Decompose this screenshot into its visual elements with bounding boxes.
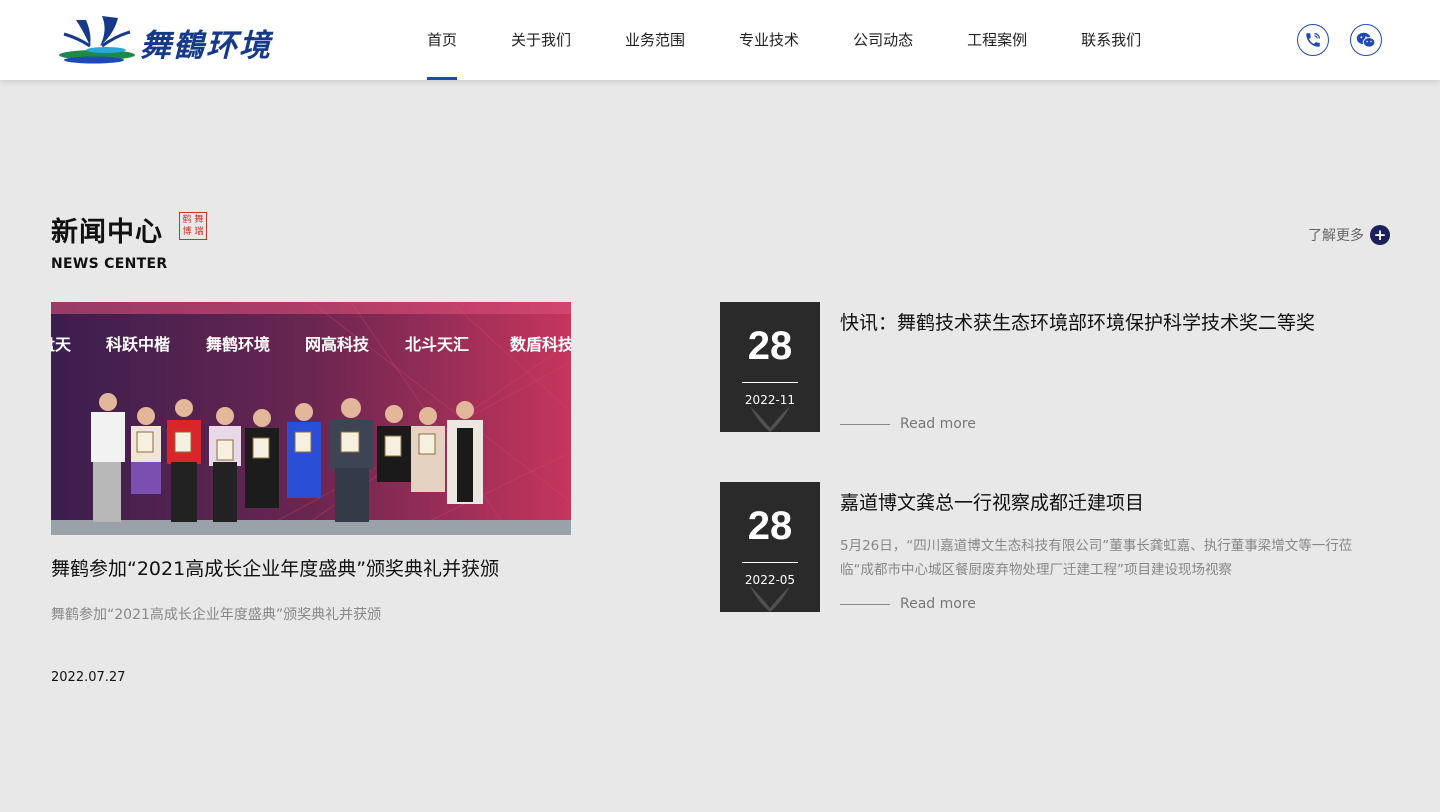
more-label: 了解更多 (1308, 228, 1364, 244)
news-desc: 5月26日，“四川嘉道博文生态科技有限公司”董事长龚虹嘉、执行董事梁增文等一行莅… (840, 538, 1353, 578)
nav-item-cases[interactable]: 工程案例 (940, 0, 1054, 80)
read-more-label: Read more (900, 416, 976, 432)
news-list-item[interactable]: 28 2022-11 快讯：舞鹤技术获生态环境部环境保护科学技术奖二等奖 Rea… (720, 302, 1390, 432)
nav-item-home[interactable]: 首页 (400, 0, 484, 80)
seal-char: 舞 (194, 215, 204, 225)
featured-news-image[interactable]: 盘天 科跃中楷 舞鹤环境 网高科技 北斗天汇 数盾科技 (51, 302, 571, 535)
crane-logo-icon (59, 16, 135, 64)
featured-news-title[interactable]: 舞鹤参加“2021高成长企业年度盛典”颁奖典礼并获颁 (51, 554, 611, 581)
seal-char: 瑞 (194, 227, 204, 237)
date-divider (742, 562, 798, 563)
site-logo[interactable]: 舞鶴环境 (56, 12, 280, 68)
featured-news-desc: 舞鹤参加“2021高成长企业年度盛典”颁奖典礼并获颁 (51, 607, 382, 623)
nav-item-technology[interactable]: 专业技术 (712, 0, 826, 80)
plus-icon: + (1370, 225, 1390, 245)
site-header: 舞鶴环境 首页 关于我们 业务范围 专业技术 公司动态 工程案例 联系我们 (0, 0, 1440, 80)
logo-text: 舞鶴环境 (140, 28, 272, 64)
wechat-icon (1356, 32, 1376, 48)
featured-news-date: 2022.07.27 (51, 670, 126, 685)
date-day: 28 (747, 324, 793, 368)
nav-item-business[interactable]: 业务范围 (598, 0, 712, 80)
banner-word: 数盾科技 (510, 335, 571, 354)
news-title[interactable]: 快讯：舞鹤技术获生态环境部环境保护科学技术奖二等奖 (840, 308, 1315, 335)
wechat-button[interactable] (1350, 24, 1382, 56)
more-link[interactable]: 了解更多 + (1308, 224, 1390, 246)
banner-word: 盘天 (51, 335, 72, 354)
crane-watermark-icon (750, 406, 790, 432)
nav-item-contact[interactable]: 联系我们 (1054, 0, 1168, 80)
phone-button[interactable] (1297, 24, 1329, 56)
date-day: 28 (747, 504, 793, 548)
section-subtitle: NEWS CENTER (51, 256, 168, 272)
news-title[interactable]: 嘉道博文龚总一行视察成都迁建项目 (840, 488, 1144, 515)
banner-word: 网高科技 (305, 335, 370, 354)
section-title: 新闻中心 (51, 217, 163, 248)
nav-item-news[interactable]: 公司动态 (826, 0, 940, 80)
nav-item-about[interactable]: 关于我们 (484, 0, 598, 80)
banner-word: 科跃中楷 (106, 335, 170, 354)
read-more-label: Read more (900, 596, 976, 612)
crane-watermark-icon (750, 586, 790, 612)
award-ceremony-photo: 盘天 科跃中楷 舞鹤环境 网高科技 北斗天汇 数盾科技 (51, 302, 571, 535)
read-more-link[interactable]: Read more (840, 596, 976, 612)
read-more-dash (840, 603, 890, 605)
date-divider (742, 382, 798, 383)
main-nav: 首页 关于我们 业务范围 专业技术 公司动态 工程案例 联系我们 (400, 0, 1168, 80)
seal-char: 博 (182, 227, 192, 237)
date-box: 28 2022-11 (720, 302, 820, 432)
phone-icon (1306, 33, 1320, 47)
seal-char: 鹤 (182, 215, 192, 225)
news-list-item[interactable]: 28 2022-05 嘉道博文龚总一行视察成都迁建项目 5月26日，“四川嘉道博… (720, 482, 1390, 612)
read-more-link[interactable]: Read more (840, 416, 976, 432)
banner-word: 北斗天汇 (405, 335, 469, 354)
date-box: 28 2022-05 (720, 482, 820, 612)
read-more-dash (840, 423, 890, 425)
seal-stamp: 鹤 舞 博 瑞 (179, 212, 207, 240)
banner-word: 舞鹤环境 (206, 335, 270, 354)
